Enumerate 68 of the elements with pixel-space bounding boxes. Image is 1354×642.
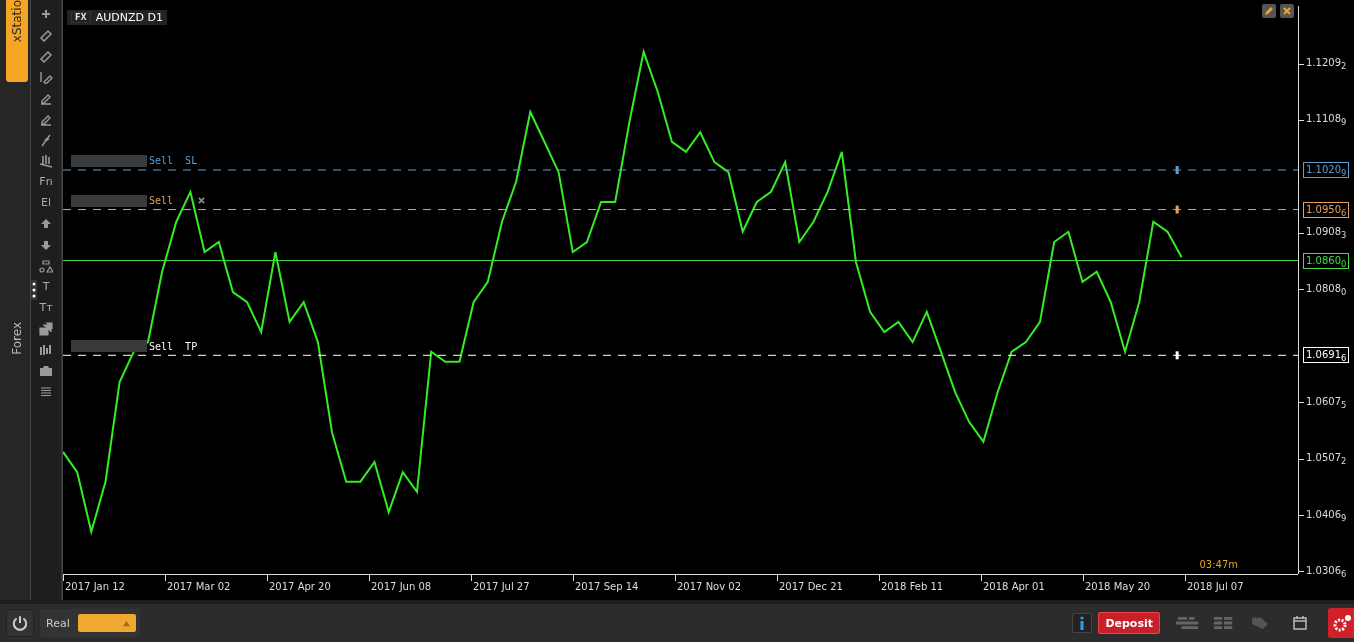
axis-label: 1.0406$_{9}$ bbox=[1306, 508, 1347, 523]
drag-handle-icon[interactable] bbox=[31, 280, 37, 300]
price-tag: 1.0860$_{0}$ bbox=[1303, 252, 1350, 269]
account-label: Real bbox=[46, 616, 70, 630]
shapes-icon[interactable] bbox=[39, 259, 53, 273]
axis-label: 2018 Apr 01 bbox=[983, 581, 1045, 592]
plus-icon[interactable] bbox=[39, 7, 53, 21]
axis-label: 1.0507$_{2}$ bbox=[1306, 452, 1347, 467]
axis-label: 1.0908$_{3}$ bbox=[1306, 226, 1347, 241]
close-icon[interactable] bbox=[197, 196, 207, 206]
up-icon[interactable] bbox=[39, 217, 53, 231]
axis-label: 2017 Jun 08 bbox=[371, 581, 432, 592]
ruler-icon[interactable] bbox=[39, 28, 53, 42]
axis-label: 1.0306$_{6}$ bbox=[1306, 564, 1347, 579]
layers-icon[interactable] bbox=[39, 322, 53, 336]
axis-label: 2018 Jul 07 bbox=[1187, 581, 1244, 592]
candle-timer: 03:47m bbox=[1199, 559, 1238, 570]
caret-icon bbox=[121, 619, 131, 627]
order-label: Sell SL bbox=[149, 155, 198, 167]
level-handle[interactable] bbox=[1175, 351, 1179, 360]
price-tag: 1.1020$_{9}$ bbox=[1303, 162, 1350, 178]
axis-label: 2017 Dec 21 bbox=[779, 581, 843, 592]
feather-icon[interactable] bbox=[39, 133, 53, 147]
order-label: Sell bbox=[149, 195, 174, 207]
sidebar-tab[interactable]: xStatio bbox=[6, 0, 28, 82]
toolbar-button[interactable]: Tт bbox=[39, 301, 53, 315]
order-label: Sell TP bbox=[149, 340, 198, 352]
market-badge: FX bbox=[71, 12, 91, 23]
down-icon[interactable] bbox=[39, 238, 53, 252]
axis-label: 2017 Nov 02 bbox=[677, 581, 742, 592]
power-button[interactable] bbox=[6, 609, 34, 637]
sidebar-tab[interactable]: Forex bbox=[6, 318, 28, 355]
price-tag: 1.0950$_{6}$ bbox=[1303, 201, 1350, 218]
edit-icon[interactable] bbox=[1262, 4, 1276, 18]
ruler2-icon[interactable] bbox=[39, 49, 53, 63]
level-handle[interactable] bbox=[1175, 166, 1179, 174]
toolbar-button[interactable]: El bbox=[41, 196, 51, 210]
symbol-label: AUDNZD D1 bbox=[95, 11, 163, 24]
account-dropdown[interactable] bbox=[77, 614, 136, 632]
gear-icon bbox=[1332, 613, 1352, 633]
axis-label: 2017 Apr 20 bbox=[269, 581, 331, 592]
calendar-icon[interactable] bbox=[1292, 615, 1308, 631]
order-book-icon[interactable] bbox=[1176, 616, 1200, 630]
list-icon[interactable] bbox=[39, 385, 53, 399]
axis-label: 2017 Mar 02 bbox=[167, 581, 231, 592]
info-icon bbox=[1079, 616, 1086, 630]
level-handle[interactable] bbox=[1175, 205, 1179, 214]
axis-label: 1.1209$_{2}$ bbox=[1306, 57, 1347, 71]
settings-button[interactable] bbox=[1328, 608, 1354, 638]
price-tag: 1.0691$_{6}$ bbox=[1303, 347, 1350, 364]
info-button[interactable] bbox=[1072, 613, 1093, 633]
candles-icon[interactable] bbox=[39, 343, 53, 357]
pen-line-icon[interactable] bbox=[39, 70, 53, 84]
axis-label: 2018 May 20 bbox=[1085, 581, 1151, 592]
axis-label: 2017 Sep 14 bbox=[575, 581, 639, 592]
axis-label: 2017 Jan 12 bbox=[65, 581, 125, 592]
axis-label: 2017 Jul 27 bbox=[473, 581, 530, 592]
axis-label: 1.0607$_{5}$ bbox=[1306, 395, 1347, 410]
axis-label: 1.0808$_{0}$ bbox=[1306, 282, 1347, 297]
axis-label: 1.1108$_{9}$ bbox=[1306, 113, 1347, 128]
power-icon bbox=[11, 614, 29, 632]
camera-icon[interactable] bbox=[39, 364, 53, 378]
toolbar-button[interactable]: Fn bbox=[39, 175, 53, 189]
close-icon[interactable] bbox=[1280, 4, 1294, 18]
toolbar-button[interactable]: T bbox=[42, 280, 50, 294]
axis-label: 2018 Feb 11 bbox=[881, 581, 944, 592]
bars-icon[interactable] bbox=[39, 154, 53, 168]
deposit-button[interactable]: Deposit bbox=[1098, 612, 1160, 634]
